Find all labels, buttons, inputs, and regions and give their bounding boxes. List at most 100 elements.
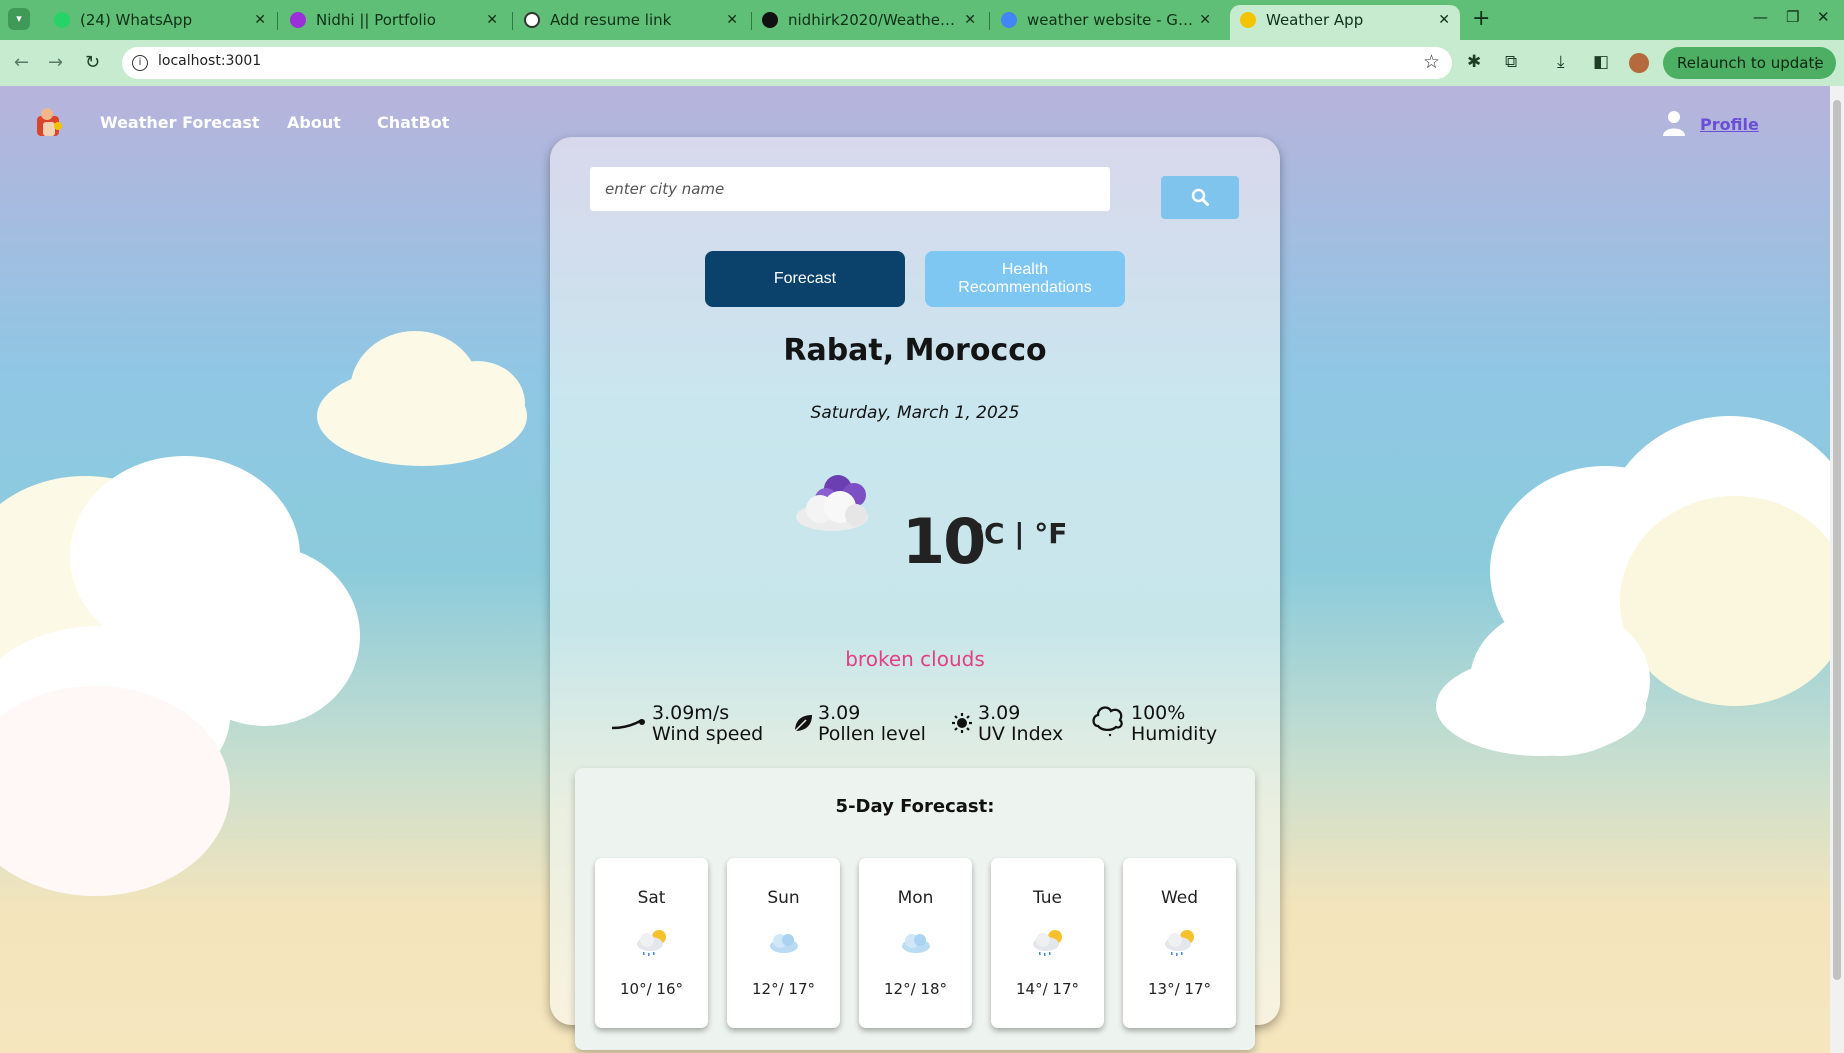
health-recommendations-tab-button[interactable]: Health Recommendations: [925, 251, 1125, 307]
sun-rain-cloud-icon: [1165, 930, 1194, 956]
forecast-day-card: Sun 12°/ 17°: [727, 858, 840, 1028]
browser-tab-strip: ▾ (24) WhatsApp ✕ Nidhi || Portfolio ✕ A…: [0, 0, 1844, 40]
forecast-temps: 10°/ 16°: [620, 980, 683, 998]
search-button[interactable]: [1161, 176, 1239, 219]
back-arrow-icon[interactable]: ←: [14, 52, 29, 73]
forecast-temps: 12°/ 17°: [752, 980, 815, 998]
tab-title: Add resume link: [550, 11, 672, 29]
forecast-day-name: Tue: [1032, 888, 1063, 908]
humidity-label: Humidity: [1131, 723, 1218, 745]
more-menu-icon: ⋮: [1809, 54, 1824, 72]
forecast-tab-button[interactable]: Forecast: [705, 251, 905, 307]
forecast-day-card: Mon 12°/ 18°: [859, 858, 972, 1028]
page-viewport: Weather Forecast About ChatBot Profile F…: [0, 86, 1830, 1053]
extensions-puzzle-icon[interactable]: ⧉: [1505, 52, 1517, 72]
browser-tab-google[interactable]: weather website - Googl ✕: [991, 5, 1221, 35]
sun-rain-cloud-icon: [1033, 930, 1062, 956]
url-text[interactable]: localhost:3001: [158, 53, 261, 69]
minimize-icon[interactable]: —: [1753, 8, 1768, 26]
forecast-day-card: Wed 13°/ 17°: [1123, 858, 1236, 1028]
account-avatar[interactable]: [1629, 53, 1649, 73]
uv-index-label: UV Index: [978, 723, 1064, 745]
tab-title: Nidhi || Portfolio: [316, 11, 436, 29]
humidity-value: 100%: [1131, 702, 1186, 724]
side-panel-icon[interactable]: ◧: [1593, 52, 1609, 72]
wind-speed-value: 3.09m/s: [652, 702, 730, 724]
browser-tab-whatsapp[interactable]: (24) WhatsApp ✕: [44, 5, 276, 35]
reload-icon[interactable]: ↻: [85, 52, 100, 73]
forecast-temps: 13°/ 17°: [1148, 980, 1211, 998]
profile-link[interactable]: Profile: [1700, 115, 1759, 134]
address-bar[interactable]: i localhost:3001 ☆: [122, 47, 1452, 79]
close-window-icon[interactable]: ✕: [1817, 8, 1830, 26]
forward-arrow-icon[interactable]: →: [48, 52, 63, 73]
forecast-day-name: Mon: [897, 888, 934, 908]
sun-icon: [1240, 12, 1256, 28]
restore-icon[interactable]: ❐: [1786, 8, 1799, 26]
forecast-day-card: Sat 10°/ 16°: [595, 858, 708, 1028]
close-icon[interactable]: ✕: [964, 5, 976, 35]
whatsapp-icon: [54, 12, 70, 28]
leaf-icon: [794, 715, 812, 732]
weather-description: broken clouds: [845, 647, 985, 671]
weather-card: Forecast Health Recommendations Rabat, M…: [550, 137, 1280, 1050]
browser-tab-chatgpt[interactable]: Add resume link ✕: [514, 5, 748, 35]
nav-link-about[interactable]: About: [287, 113, 341, 132]
unit-toggle[interactable]: °C | °F: [970, 517, 1067, 550]
health-tab-label: Health Recommendations: [958, 261, 1092, 296]
forecast-day-card: Tue 14°/ 17°: [991, 858, 1104, 1028]
forecast-temps: 14°/ 17°: [1016, 980, 1079, 998]
page-scrollbar[interactable]: [1830, 86, 1844, 1053]
close-icon[interactable]: ✕: [254, 5, 266, 35]
browser-toolbar: ← → ↻ i localhost:3001 ☆ ✱ ⧉ ⤓ ◧ Relaunc…: [0, 40, 1844, 86]
browser-tab-github[interactable]: nidhirk2020/WeatherAp ✕: [752, 5, 986, 35]
close-icon[interactable]: ✕: [1199, 5, 1211, 35]
uv-index-value: 3.09: [978, 702, 1021, 724]
five-day-forecast-panel: 5-Day Forecast: Sat 10°/ 16° Sun 12°/ 17…: [575, 768, 1255, 1050]
tab-title: (24) WhatsApp: [80, 11, 193, 29]
nav-link-chatbot[interactable]: ChatBot: [377, 113, 449, 132]
forecast-title: 5-Day Forecast:: [835, 796, 995, 817]
new-tab-button[interactable]: +: [1472, 6, 1490, 31]
close-icon[interactable]: ✕: [1438, 5, 1450, 35]
relaunch-label: Relaunch to update: [1677, 54, 1824, 72]
site-info-icon[interactable]: i: [132, 55, 148, 71]
browser-tab-portfolio[interactable]: Nidhi || Portfolio ✕: [280, 5, 508, 35]
cloud-icon: [770, 934, 798, 953]
pollen-level-label: Pollen level: [818, 723, 926, 745]
close-icon[interactable]: ✕: [726, 5, 738, 35]
city-search-input[interactable]: [590, 167, 1110, 211]
user-icon[interactable]: [1663, 110, 1685, 136]
google-icon: [1001, 12, 1017, 28]
cloud-outline-icon: [1092, 706, 1123, 737]
sun-rain-cloud-icon: [637, 930, 666, 956]
extension-bug-icon[interactable]: ✱: [1467, 52, 1481, 72]
close-icon[interactable]: ✕: [486, 5, 498, 35]
tab-title: nidhirk2020/WeatherAp: [788, 11, 958, 29]
search-icon: [1191, 188, 1209, 206]
scrollbar-thumb[interactable]: [1833, 100, 1841, 980]
relaunch-button[interactable]: Relaunch to update ⋮: [1663, 47, 1836, 79]
wind-icon: [611, 718, 645, 730]
broken-clouds-icon: [796, 475, 868, 531]
forecast-day-name: Wed: [1160, 888, 1199, 908]
forecast-temps: 12°/ 18°: [884, 980, 947, 998]
tab-search-menu-button[interactable]: ▾: [8, 8, 30, 30]
github-icon: [762, 12, 778, 28]
openai-icon: [524, 12, 540, 28]
download-icon[interactable]: ⤓: [1557, 52, 1565, 72]
city-name: Rabat, Morocco: [783, 333, 1047, 368]
cloud-icon: [902, 934, 930, 953]
tab-title: weather website - Googl: [1027, 11, 1197, 29]
nav-link-weather-forecast[interactable]: Weather Forecast: [100, 113, 260, 132]
browser-tab-weather-app[interactable]: Weather App ✕: [1230, 5, 1460, 40]
bookmark-star-icon[interactable]: ☆: [1423, 51, 1440, 73]
app-logo-icon[interactable]: [33, 106, 65, 140]
sun-icon: [952, 713, 972, 733]
forecast-day-name: Sun: [767, 888, 800, 908]
tab-title: Weather App: [1266, 11, 1364, 29]
forecast-day-name: Sat: [637, 888, 666, 908]
current-date: Saturday, March 1, 2025: [810, 403, 1020, 423]
music-note-icon: [290, 12, 306, 28]
pollen-level-value: 3.09: [818, 702, 861, 724]
